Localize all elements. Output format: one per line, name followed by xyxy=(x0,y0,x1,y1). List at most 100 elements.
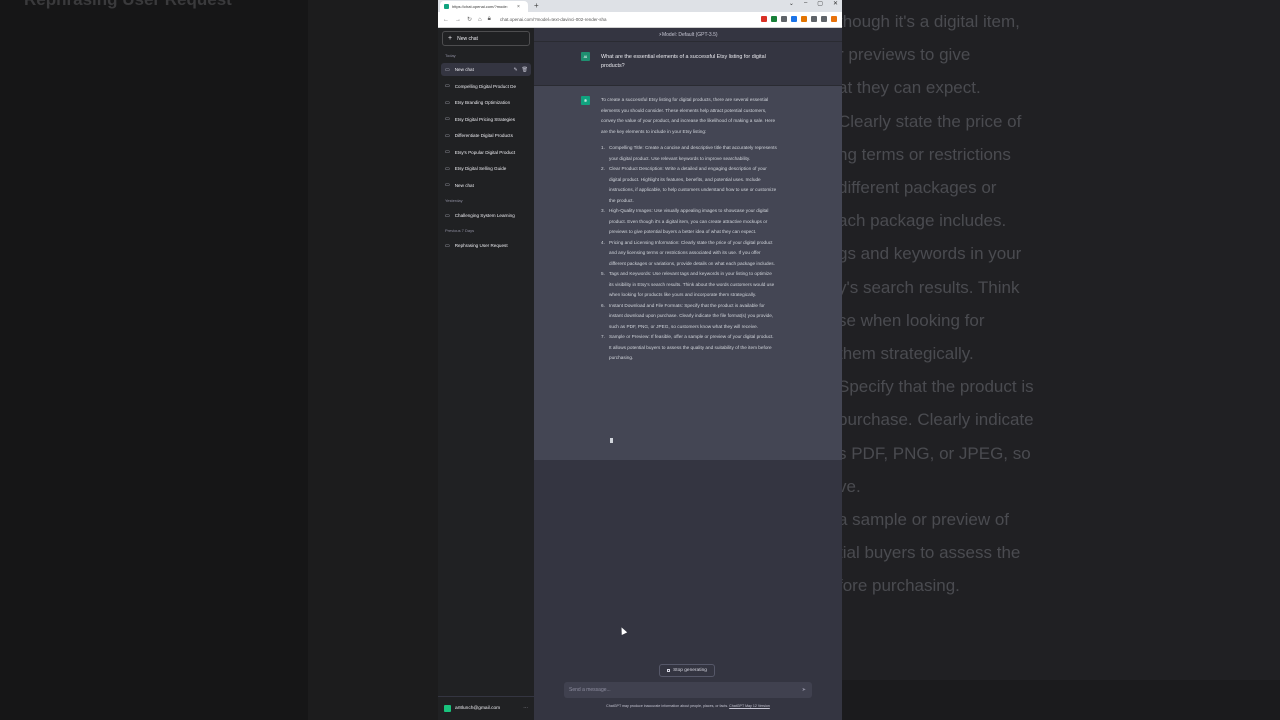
close-tab-icon[interactable]: × xyxy=(517,4,520,10)
chat-item-label: Compelling Digital Product De xyxy=(454,83,517,89)
maximize-icon[interactable]: ▢ xyxy=(817,0,823,7)
url-field[interactable]: chat.openai.com/?model=text-davinci-002-… xyxy=(500,17,607,22)
blurred-text-line: purchase. Clearly indicate xyxy=(842,410,1034,430)
window-controls: ⌄ – ▢ ✕ xyxy=(789,0,838,7)
blurred-text-line: a sample or preview of xyxy=(842,510,1010,529)
chat-bubble-icon: ▭ xyxy=(445,149,450,155)
assistant-message-text: To create a successful Etsy listing for … xyxy=(601,95,777,364)
blurred-text-line: y's search results. Think xyxy=(842,277,1020,297)
list-item-text: Instant Download and File Formats: Speci… xyxy=(609,302,774,329)
sidebar-chat-item[interactable]: ▭ Challenging System Learning xyxy=(441,209,531,222)
list-item: 5. Tags and Keywords: Use relevant tags a… xyxy=(601,269,777,301)
model-name: Model: Default (GPT-3.5) xyxy=(661,31,718,38)
delete-icon[interactable]: 🗑︎ xyxy=(522,67,528,73)
extension-icon[interactable] xyxy=(831,16,837,22)
close-window-icon[interactable]: ✕ xyxy=(833,0,838,7)
user-avatar: AI xyxy=(581,52,590,61)
blurred-text-line: at they can expect. xyxy=(842,78,981,98)
list-number: 1. xyxy=(601,145,605,150)
sidebar-chat-item[interactable]: ▭ Etsy Digital Selling Guide xyxy=(441,162,531,175)
sidebar-chat-item[interactable]: ▭ Etsy Digital Pricing Strategies xyxy=(441,113,531,126)
extension-icons xyxy=(761,16,837,22)
list-item: 7. Sample or Preview: If feasible, offer … xyxy=(601,332,777,364)
chat-bubble-icon: ▭ xyxy=(445,132,450,139)
list-item-text: Sample or Preview: If feasible, offer a … xyxy=(609,334,774,360)
new-tab-button[interactable]: + xyxy=(534,1,539,10)
message-input[interactable] xyxy=(569,687,789,693)
chat-item-label: Etsy Branding Optimization xyxy=(454,100,511,105)
sidebar-chat-item[interactable]: ▭ New chat xyxy=(441,179,531,192)
sidebar-chat-item[interactable]: ▭ Compelling Digital Product De xyxy=(441,80,531,93)
blurred-text-line: ng terms or restrictions xyxy=(842,144,1011,164)
disclaimer: ChatGPT may produce inaccurate informati… xyxy=(534,704,842,708)
blurred-text-line: tial buyers to assess the xyxy=(842,543,1021,563)
section-label-yesterday: Yesterday xyxy=(445,198,463,203)
stop-generating-button[interactable]: Stop generating xyxy=(659,664,715,677)
list-number: 7. xyxy=(601,334,605,339)
chat-bubble-icon: ▭ xyxy=(445,242,450,249)
chat-bubble-icon: ▭ xyxy=(445,182,450,188)
send-icon[interactable]: ➤ xyxy=(802,687,806,693)
reload-icon[interactable]: ↻ xyxy=(467,16,472,23)
extension-icon[interactable] xyxy=(761,16,767,22)
sidebar-chat-item[interactable]: ▭ Etsy Branding Optimization xyxy=(441,96,531,109)
disclaimer-text: ChatGPT may produce inaccurate informati… xyxy=(606,704,730,708)
list-item: 2. Clear Product Description: Write a det… xyxy=(601,164,777,206)
plus-icon: + xyxy=(448,35,453,42)
model-label: ⚡︎ Model: Default (GPT-3.5) xyxy=(534,28,842,42)
list-item-text: Clear Product Description: Write a detai… xyxy=(609,166,777,203)
chat-item-label: New chat xyxy=(454,67,474,72)
tab-bar: https://chat.openai.com/?mode: × + ⌄ – ▢… xyxy=(438,0,842,12)
new-chat-button[interactable]: + New chat xyxy=(442,31,530,46)
chat-item-label: Etsy Digital Pricing Strategies xyxy=(454,116,515,122)
list-number: 6. xyxy=(601,302,605,308)
lock-icon: 🔒︎ xyxy=(487,16,491,22)
chat-bubble-icon: ▭ xyxy=(445,66,450,73)
minimize-icon[interactable]: – xyxy=(804,0,807,7)
extension-icon[interactable] xyxy=(771,16,777,22)
version-link[interactable]: ChatGPT May 12 Version xyxy=(729,704,770,708)
list-number: 4. xyxy=(601,239,605,245)
blurred-text-line: different packages or xyxy=(842,178,997,197)
user-email: ar8lunch@gmail.com xyxy=(455,706,501,711)
chat-item-label: Rephrasing User Request xyxy=(454,243,508,248)
edit-icon[interactable]: ✎ xyxy=(513,67,517,73)
tab-search-icon[interactable]: ⌄ xyxy=(789,0,794,7)
chat-item-label: Challenging System Learning xyxy=(454,213,515,218)
chat-bubble-icon: ▭ xyxy=(445,116,450,122)
blurred-text-line: Specify that the product is xyxy=(842,377,1034,397)
blurred-text-line: Clearly state the price of xyxy=(842,111,1022,131)
home-icon[interactable]: ⌂ xyxy=(478,17,482,23)
sidebar-chat-item[interactable]: ▭ New chat ✎ 🗑︎ xyxy=(441,63,531,76)
user-account-menu[interactable]: ar8lunch@gmail.com ··· xyxy=(438,696,534,720)
chat-item-label: Etsy Digital Selling Guide xyxy=(454,166,507,171)
extension-icon[interactable] xyxy=(821,16,827,22)
chat-item-label: Differentiate Digital Products xyxy=(454,133,513,138)
list-item-text: Tags and Keywords: Use relevant tags and… xyxy=(609,271,775,297)
sidebar-chat-item[interactable]: ▭ Rephrasing User Request xyxy=(441,239,531,252)
more-options-icon[interactable]: ··· xyxy=(523,706,528,711)
sidebar-chat-item[interactable]: ▭ Etsy's Popular Digital Product xyxy=(441,146,531,159)
typing-cursor xyxy=(610,438,613,443)
blurred-text-line: se when looking for xyxy=(842,310,985,330)
extension-icon[interactable] xyxy=(791,16,797,22)
list-item: 4. Pricing and Licensing Information: Cle… xyxy=(601,238,777,270)
blurred-text-line: r previews to give xyxy=(842,45,971,65)
extension-icon[interactable] xyxy=(781,16,787,22)
assistant-intro: To create a successful Etsy listing for … xyxy=(601,97,776,134)
new-chat-label: New chat xyxy=(457,35,478,42)
user-message-text: What are the essential elements of a suc… xyxy=(601,54,766,69)
back-icon[interactable]: ← xyxy=(443,17,449,23)
list-item: 1. Compelling Title: Create a concise and… xyxy=(601,143,777,164)
extension-icon[interactable] xyxy=(801,16,807,22)
forward-icon[interactable]: → xyxy=(455,17,461,23)
list-number: 2. xyxy=(601,166,605,171)
browser-tab[interactable]: https://chat.openai.com/?mode: × xyxy=(440,1,528,12)
stop-generating-label: Stop generating xyxy=(673,668,707,673)
extension-icon[interactable] xyxy=(811,16,817,22)
list-item-text: Compelling Title: Create a concise and d… xyxy=(609,145,777,161)
assistant-list: 1. Compelling Title: Create a concise and… xyxy=(601,143,777,364)
blurred-background-right: though it's a digital item, r previews to… xyxy=(842,0,1280,720)
sidebar-chat-item[interactable]: ▭ Differentiate Digital Products xyxy=(441,129,531,142)
list-number: 5. xyxy=(601,271,605,276)
